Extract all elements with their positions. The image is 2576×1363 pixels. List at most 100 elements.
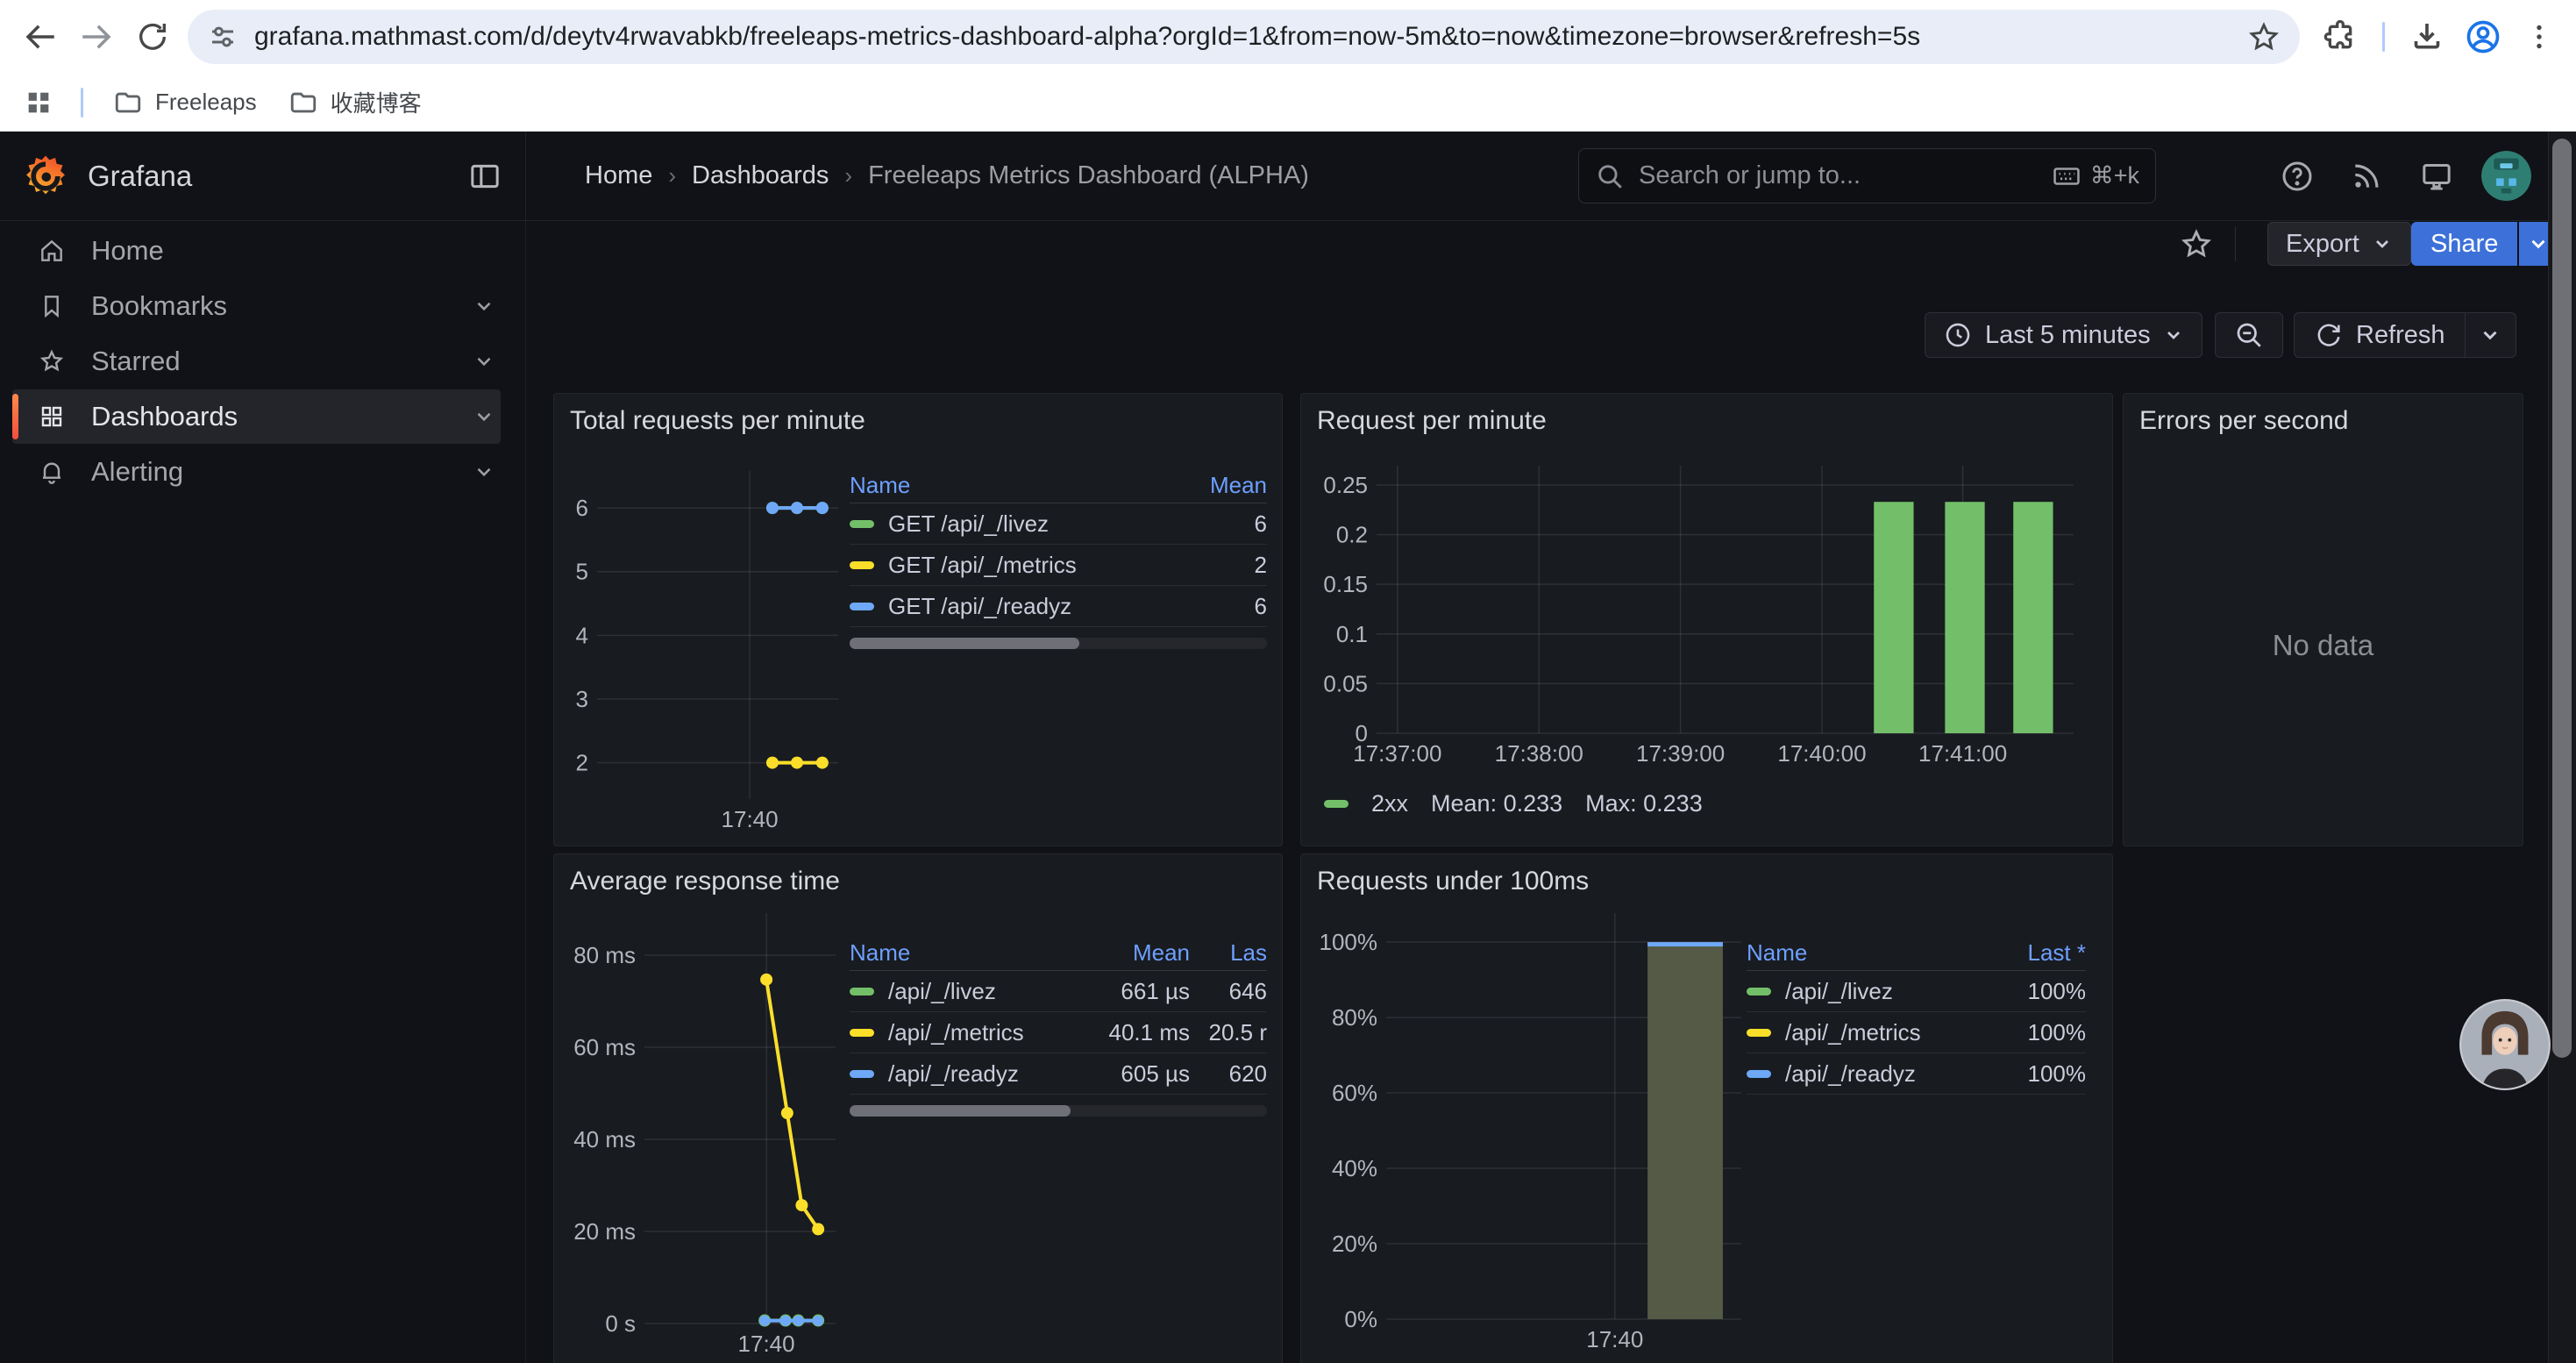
timeseries-chart[interactable]: 17:4080 ms60 ms40 ms20 ms0 s [563,913,852,1363]
svg-text:0.25: 0.25 [1323,472,1368,498]
series-name[interactable]: /api/_/livez [888,978,996,1005]
panel-title[interactable]: Request per minute [1317,406,1547,436]
panel-title[interactable]: Errors per second [2139,406,2348,436]
chevron-down-icon[interactable] [473,350,495,373]
browser-menu-icon[interactable] [2511,9,2567,65]
svg-text:80 ms: 80 ms [573,942,636,968]
site-settings-icon[interactable] [207,21,238,53]
screen: grafana.mathmast.com/d/deytv4rwavabkb/fr… [0,0,2576,1363]
panel-title[interactable]: Average response time [570,867,840,896]
chevron-down-icon[interactable] [473,460,495,483]
legend-row[interactable]: /api/_/livez661 µs646 [850,971,1267,1012]
legend-row[interactable]: /api/_/metrics40.1 ms20.5 r [850,1012,1267,1053]
panel-total-requests-per-minute[interactable]: Total requests per minute 17:4065432 Nam… [553,393,1283,846]
series-name[interactable]: /api/_/livez [1785,978,1893,1005]
panel-requests-under-100ms[interactable]: Requests under 100ms 17:40100%80%60%40%2… [1300,853,2113,1363]
sidebar-toggle-icon[interactable] [467,159,502,194]
legend-row[interactable]: /api/_/readyz100% [1747,1053,2086,1095]
panel-average-response-time[interactable]: Average response time 17:4080 ms60 ms40 … [553,853,1283,1363]
chevron-down-icon[interactable] [473,295,495,318]
kiosk-monitor-icon[interactable] [2418,158,2455,195]
sidebar-item-bookmarks[interactable]: Bookmarks [12,279,501,333]
assistant-avatar[interactable] [2459,998,2551,1091]
series-name[interactable]: /api/_/readyz [1785,1060,1916,1088]
page-scrollbar[interactable] [2548,132,2576,1363]
bookmark-folder-blogs[interactable]: 收藏博客 [273,81,438,125]
search-input[interactable]: Search or jump to... ⌘+k [1578,148,2156,203]
series-name[interactable]: /api/_/readyz [888,1060,1019,1088]
refresh-button[interactable]: Refresh [2295,313,2465,357]
legend-row[interactable]: GET /api/_/readyz6 [850,586,1267,627]
series-swatch [850,1029,874,1037]
legend-column-header[interactable]: Name [850,939,1080,967]
legend-row[interactable]: /api/_/metrics100% [1747,1012,2086,1053]
series-swatch [1747,1029,1771,1037]
sidebar-item-alerting[interactable]: Alerting [12,445,501,499]
legend-row[interactable]: /api/_/readyz605 µs620 [850,1053,1267,1095]
zoom-out-button[interactable] [2215,312,2283,358]
panel-request-per-minute[interactable]: Request per minute 17:37:0017:38:0017:39… [1300,393,2113,846]
panel-errors-per-second[interactable]: Errors per second No data [2123,393,2523,846]
grafana-logo[interactable] [23,153,68,199]
sidebar-item-label: Alerting [91,456,448,488]
sidebar-item-starred[interactable]: Starred [12,334,501,389]
favorite-dashboard-icon[interactable] [2180,227,2213,260]
chevron-down-icon[interactable] [473,405,495,428]
refresh-interval-button[interactable] [2465,313,2516,357]
sidebar-item-dashboards[interactable]: Dashboards [12,389,501,444]
bar-chart[interactable]: 17:37:0017:38:0017:39:0017:40:0017:41:00… [1315,466,2087,773]
help-icon[interactable] [2279,158,2316,195]
breadcrumb-separator: › [668,162,676,189]
panel-title[interactable]: Total requests per minute [570,406,865,436]
legend-row[interactable]: /api/_/livez100% [1747,971,2086,1012]
breadcrumb-item[interactable]: Dashboards [692,161,829,190]
news-rss-icon[interactable] [2348,158,2385,195]
bookmark-star-icon[interactable] [2247,20,2281,54]
series-name[interactable]: /api/_/metrics [888,1019,1024,1046]
legend-row[interactable]: GET /api/_/metrics2 [850,545,1267,586]
refresh-button-group: Refresh [2294,312,2516,358]
timeseries-chart[interactable]: 17:4065432 [563,466,852,830]
legend-row[interactable]: GET /api/_/livez6 [850,503,1267,545]
export-button[interactable]: Export [2267,222,2411,266]
scrollbar-thumb[interactable] [850,638,1079,649]
reload-icon[interactable] [125,9,181,65]
downloads-icon[interactable] [2399,9,2455,65]
series-name[interactable]: GET /api/_/livez [888,510,1049,538]
legend-inline[interactable]: 2xx Mean: 0.233 Max: 0.233 [1324,790,1703,817]
legend-column-header[interactable]: Last * [1989,939,2086,967]
legend-column-header[interactable]: Mean [1080,939,1190,967]
series-name[interactable]: 2xx [1371,790,1408,817]
legend-column-header[interactable]: Mean [1171,472,1267,499]
apps-grid-icon[interactable] [11,75,67,131]
svg-text:0: 0 [1356,720,1368,746]
browser-toolbar: grafana.mathmast.com/d/deytv4rwavabkb/fr… [0,0,2576,74]
legend-scrollbar[interactable] [850,1105,1267,1117]
scrollbar-thumb[interactable] [850,1105,1071,1117]
extensions-icon[interactable] [2312,9,2368,65]
forward-icon[interactable] [68,9,125,65]
legend-table: NameMeanLas/api/_/livez661 µs646/api/_/m… [850,936,1267,1117]
series-name[interactable]: GET /api/_/readyz [888,593,1071,620]
svg-text:0.1: 0.1 [1336,621,1368,647]
user-avatar[interactable] [2481,151,2531,201]
series-name[interactable]: /api/_/metrics [1785,1019,1921,1046]
sidebar-item-home[interactable]: Home [12,224,501,278]
address-bar[interactable]: grafana.mathmast.com/d/deytv4rwavabkb/fr… [188,10,2300,64]
legend-column-header[interactable]: Name [850,472,1171,499]
breadcrumb-item[interactable]: Home [585,161,652,190]
search-placeholder: Search or jump to... [1639,161,2038,190]
profile-icon[interactable] [2455,9,2511,65]
time-range-picker[interactable]: Last 5 minutes [1925,312,2202,358]
back-icon[interactable] [12,9,68,65]
legend-column-header[interactable]: Las [1190,939,1267,967]
legend-column-header[interactable]: Name [1747,939,1989,967]
scrollbar-thumb[interactable] [2552,139,2572,1058]
panel-title[interactable]: Requests under 100ms [1317,867,1589,896]
grafana-nav-left: Grafana [0,132,526,220]
series-name[interactable]: GET /api/_/metrics [888,552,1077,579]
bookmark-folder-freeleaps[interactable]: Freeleaps [97,81,273,125]
legend-scrollbar[interactable] [850,638,1267,649]
url-text[interactable]: grafana.mathmast.com/d/deytv4rwavabkb/fr… [254,22,2247,52]
share-button[interactable]: Share [2411,222,2517,266]
